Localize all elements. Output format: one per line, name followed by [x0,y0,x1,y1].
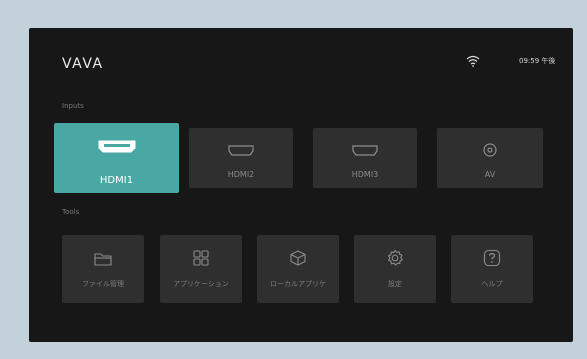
input-tile-av[interactable]: AV [437,128,543,188]
gear-icon [387,249,403,266]
brand-logo: VAVA [62,56,104,72]
folder-icon [94,253,112,266]
box-icon [290,250,306,266]
tool-label: ローカルアプリケ [270,280,326,288]
input-label: HDMI2 [227,170,255,179]
input-label: HDMI1 [99,175,134,186]
av-icon [483,143,497,157]
tool-label: ヘルプ [481,280,503,288]
wifi-icon [466,55,480,67]
hdmi-icon [98,140,136,153]
apps-grid-icon [193,250,209,266]
tool-label: 設定 [388,280,402,288]
tool-tile-applications[interactable]: アプリケーション [160,235,242,303]
tool-tile-file-manager[interactable]: ファイル管理 [62,235,144,303]
input-label: HDMI3 [351,170,379,179]
input-tile-hdmi1[interactable]: HDMI1 [54,123,179,193]
inputs-section-label: Inputs [62,102,84,110]
help-icon [483,249,501,267]
input-label: AV [484,170,496,179]
tool-label: ファイル管理 [82,280,124,288]
tools-section-label: Tools [62,208,80,216]
input-tile-hdmi2[interactable]: HDMI2 [189,128,293,188]
tool-tile-local-apps[interactable]: ローカルアプリケ [257,235,339,303]
tool-label: アプリケーション [173,280,229,288]
hdmi-icon [228,145,254,156]
hdmi-icon [352,145,378,156]
tool-tile-settings[interactable]: 設定 [354,235,436,303]
tool-tile-help[interactable]: ヘルプ [451,235,533,303]
projector-home-screen: VAVA 09:59 午後 Inputs HDMI1 HDMI2 HDMI3 A… [29,28,573,342]
clock: 09:59 午後 [519,57,556,65]
input-tile-hdmi3[interactable]: HDMI3 [313,128,417,188]
device-frame: VAVA 09:59 午後 Inputs HDMI1 HDMI2 HDMI3 A… [0,0,587,359]
